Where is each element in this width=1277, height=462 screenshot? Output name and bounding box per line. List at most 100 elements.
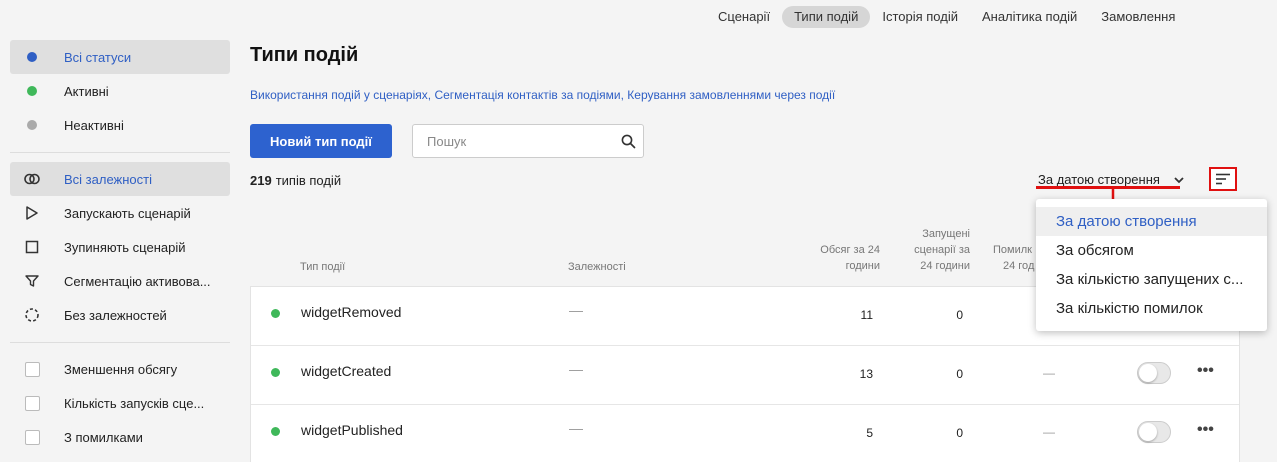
sidebar-divider	[10, 152, 230, 153]
event-runs: 0	[956, 308, 963, 322]
header-errors: Помилк 24 год	[993, 242, 1034, 274]
sidebar-item-no-dependencies[interactable]: Без залежностей	[10, 298, 230, 332]
sidebar-checkbox-with-errors[interactable]: З помилками	[10, 420, 230, 454]
help-links: Використання подій у сценаріях, Сегмента…	[250, 88, 835, 102]
event-volume: 13	[859, 367, 873, 381]
header-volume-line: Обсяг за 24	[820, 244, 880, 256]
tab-event-history[interactable]: Історія подій	[870, 6, 970, 28]
event-name[interactable]: widgetCreated	[301, 363, 391, 379]
header-runs: Запущені сценарії за 24 години	[880, 226, 970, 274]
sidebar-item-label: Активні	[64, 83, 109, 99]
sidebar-item-label: Без залежностей	[64, 307, 167, 323]
search-input[interactable]	[413, 125, 613, 157]
checkbox[interactable]	[22, 359, 42, 379]
status-dot-icon	[271, 309, 280, 318]
sidebar-item-label: Всі залежності	[64, 171, 152, 187]
more-options-icon[interactable]: •••	[1197, 421, 1214, 439]
tab-event-types[interactable]: Типи подій	[782, 6, 871, 28]
event-dependencies: —	[569, 302, 583, 318]
play-icon	[22, 203, 42, 223]
checkbox[interactable]	[22, 427, 42, 447]
sidebar-item-label: Всі статуси	[64, 49, 132, 65]
active-toggle[interactable]	[1137, 362, 1171, 384]
header-volume-line: години	[845, 260, 880, 272]
sidebar-item-label: Сегментацію активова...	[64, 273, 211, 289]
count-label: типів подій	[275, 173, 342, 188]
event-type-count: 219 типів подій	[250, 173, 341, 188]
link-icon	[22, 169, 42, 189]
sidebar-item-label: Зменшення обсягу	[64, 361, 178, 377]
sidebar-item-inactive[interactable]: Неактивні	[10, 108, 230, 142]
sidebar-item-label: З помилками	[64, 429, 143, 445]
link-orders[interactable]: Керування замовленнями через події	[627, 88, 835, 102]
blue-dot-icon	[22, 47, 42, 67]
green-dot-icon	[22, 81, 42, 101]
sidebar-item-all-dependencies[interactable]: Всі залежності	[10, 162, 230, 196]
sort-select[interactable]: За датою створення	[1038, 172, 1184, 187]
search-box	[412, 124, 644, 158]
gray-dot-icon	[22, 115, 42, 135]
active-toggle[interactable]	[1137, 421, 1171, 443]
tab-event-analytics[interactable]: Аналітика подій	[970, 6, 1089, 28]
event-name[interactable]: widgetPublished	[301, 422, 403, 438]
event-name[interactable]: widgetRemoved	[301, 304, 401, 320]
header-errors-line: 24 год	[1003, 260, 1035, 272]
more-options-icon[interactable]: •••	[1197, 362, 1214, 380]
event-volume: 11	[860, 308, 873, 322]
header-runs-line: сценарії за	[914, 244, 970, 256]
sidebar-checkbox-volume-decrease[interactable]: Зменшення обсягу	[10, 352, 230, 386]
sort-dropdown: За датою створення За обсягом За кількіс…	[1036, 199, 1267, 331]
event-dependencies: —	[569, 420, 583, 436]
search-icon[interactable]	[613, 134, 643, 149]
sort-lines-icon	[1216, 173, 1230, 185]
sidebar-item-label: Неактивні	[64, 117, 124, 133]
top-nav: Сценарії Типи подій Історія подій Аналіт…	[706, 6, 1187, 28]
sort-option-errors[interactable]: За кількістю помилок	[1036, 294, 1267, 323]
toggle-knob	[1139, 423, 1157, 441]
header-volume: Обсяг за 24 години	[780, 242, 880, 274]
count-number: 219	[250, 173, 272, 188]
header-errors-line: Помилк	[993, 244, 1032, 256]
new-event-type-button[interactable]: Новий тип події	[250, 124, 392, 158]
table-row[interactable]: widgetPublished — 5 0 — •••	[251, 405, 1239, 462]
header-dependencies: Залежності	[568, 261, 626, 273]
sidebar-item-label: Кількість запусків сце...	[64, 395, 205, 411]
status-dot-icon	[271, 427, 280, 436]
event-dependencies: —	[569, 361, 583, 377]
toggle-knob	[1139, 364, 1157, 382]
tab-scenarios[interactable]: Сценарії	[706, 6, 782, 28]
sidebar-checkbox-run-count[interactable]: Кількість запусків сце...	[10, 386, 230, 420]
header-type: Тип події	[300, 261, 346, 273]
header-runs-line: 24 години	[920, 260, 970, 272]
sort-selected-label: За датою створення	[1038, 172, 1160, 187]
page-title: Типи подій	[250, 44, 359, 66]
event-errors: —	[1043, 366, 1055, 380]
sidebar-item-all-statuses[interactable]: Всі статуси	[10, 40, 230, 74]
sidebar-divider	[10, 342, 230, 343]
tab-orders[interactable]: Замовлення	[1089, 6, 1187, 28]
funnel-icon	[22, 271, 42, 291]
link-segmentation[interactable]: Сегментація контактів за подіями	[434, 88, 620, 102]
sidebar-item-segmentation[interactable]: Сегментацію активова...	[10, 264, 230, 298]
status-dot-icon	[271, 368, 280, 377]
checkbox[interactable]	[22, 393, 42, 413]
event-runs: 0	[956, 367, 963, 381]
event-volume: 5	[866, 426, 873, 440]
header-runs-line: Запущені	[922, 228, 970, 240]
sidebar-item-label: Запускають сценарій	[64, 205, 191, 221]
event-errors: —	[1043, 425, 1055, 439]
sidebar-item-stop-scenario[interactable]: Зупиняють сценарій	[10, 230, 230, 264]
sidebar-item-active[interactable]: Активні	[10, 74, 230, 108]
sort-option-creation-date[interactable]: За датою створення	[1036, 207, 1267, 236]
sort-option-volume[interactable]: За обсягом	[1036, 236, 1267, 265]
dashed-circle-icon	[22, 305, 42, 325]
event-runs: 0	[956, 426, 963, 440]
stop-icon	[22, 237, 42, 257]
sort-order-button[interactable]	[1209, 167, 1237, 191]
link-scenario-usage[interactable]: Використання подій у сценаріях	[250, 88, 428, 102]
sort-option-runs[interactable]: За кількістю запущених с...	[1036, 265, 1267, 294]
sidebar-item-start-scenario[interactable]: Запускають сценарій	[10, 196, 230, 230]
sidebar: Всі статуси Активні Неактивні Всі залежн…	[10, 40, 230, 454]
chevron-down-icon	[1174, 172, 1184, 187]
table-row[interactable]: widgetCreated — 13 0 — •••	[251, 346, 1239, 405]
